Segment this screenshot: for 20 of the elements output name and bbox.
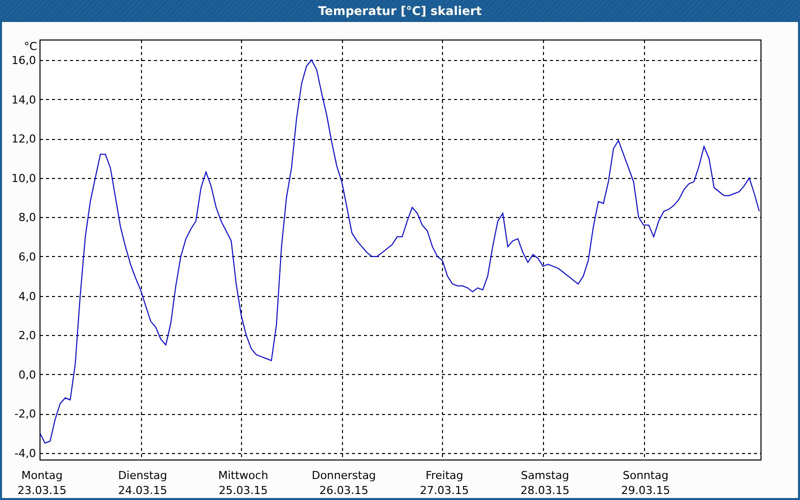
y-tick-label: 12,0 (12, 132, 36, 146)
x-tick-label: Sonntag 29.03.15 (621, 469, 670, 497)
window-title: Temperatur [°C] skaliert (318, 4, 482, 18)
x-tick-label: Freitag 27.03.15 (420, 469, 469, 497)
y-tick-label: 2,0 (18, 329, 36, 342)
y-tick-label: 8,0 (18, 211, 36, 224)
y-tick-label: 16,0 (12, 54, 36, 68)
y-tick-label: 10,0 (12, 172, 36, 185)
y-tick-label: 6,0 (18, 250, 36, 264)
y-tick-label: 4,0 (18, 290, 36, 303)
x-tick-label: Donnerstag 26.03.15 (312, 469, 376, 497)
y-tick-label: -4,0 (14, 446, 36, 460)
y-tick-label: 0,0 (18, 368, 36, 382)
x-tick-label: Mittwoch 25.03.15 (218, 469, 268, 497)
x-tick-label: Dienstag 24.03.15 (118, 469, 168, 497)
x-tick-label: Samstag 28.03.15 (520, 469, 570, 497)
y-tick-label: -2,0 (14, 408, 36, 421)
y-tick-label: 14,0 (12, 93, 36, 106)
x-tick-label: Montag 23.03.15 (18, 469, 66, 497)
y-axis-unit: °C (24, 40, 37, 53)
